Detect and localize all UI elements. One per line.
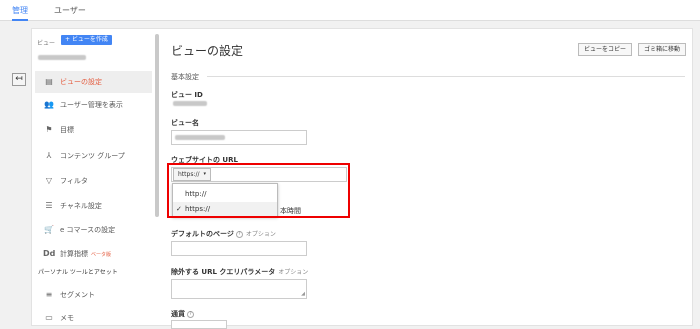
highlight-box: [167, 163, 350, 218]
basic-settings-heading: 基本設定: [171, 73, 199, 81]
top-nav-bar: 管理 ユーザー: [0, 0, 700, 21]
sidebar-item-view-settings[interactable]: ▤ ビューの設定: [35, 71, 152, 93]
blurred-view-name: [38, 55, 86, 60]
currency-select[interactable]: [171, 320, 227, 329]
sidebar-item-segments[interactable]: ≡ セグメント: [35, 284, 152, 306]
ecommerce-icon: 🛒: [44, 225, 54, 234]
create-view-button[interactable]: + ビューを作成: [61, 35, 112, 45]
sidebar-scrollbar[interactable]: [155, 34, 159, 217]
filter-icon: ▽: [45, 176, 53, 185]
sidebar-item-memo[interactable]: ▭ メモ: [35, 307, 152, 329]
sidebar-item-calculated-metrics[interactable]: Dd 計算指標 ベータ版: [35, 243, 152, 265]
sidebar-item-label: ビューの設定: [60, 78, 102, 86]
sidebar-item-user-management[interactable]: 👥 ユーザー管理を表示: [35, 94, 152, 116]
page-title: ビューの設定: [171, 44, 244, 58]
tab-user[interactable]: ユーザー: [54, 0, 86, 21]
sidebar-item-filters[interactable]: ▽ フィルタ: [35, 170, 152, 192]
sidebar-item-label: セグメント: [60, 291, 95, 299]
users-icon: 👥: [44, 100, 54, 109]
flag-icon: ⚑: [45, 125, 53, 134]
help-icon[interactable]: ?: [187, 310, 194, 318]
memo-icon: ▭: [45, 313, 53, 322]
sidebar-item-label: 計算指標: [60, 250, 88, 258]
sidebar-item-label: 目標: [60, 126, 74, 134]
content-grouping-icon: ⅄: [46, 151, 52, 160]
sidebar-item-label: チャネル設定: [60, 202, 102, 210]
view-id-label: ビュー ID: [171, 91, 203, 99]
view-name-label: ビュー名: [171, 119, 199, 127]
sidebar-item-label: e コマースの設定: [60, 226, 116, 234]
sidebar-item-label: メモ: [60, 314, 74, 322]
optional-label: オプション: [245, 231, 276, 238]
currency-label: 通貨?: [171, 309, 194, 319]
segment-icon: ≡: [45, 290, 53, 299]
sidebar-item-label: ユーザー管理を表示: [60, 101, 123, 109]
resize-grip-icon[interactable]: ◢: [301, 291, 305, 297]
back-arrow-icon[interactable]: ↤: [12, 73, 26, 86]
sidebar-item-content-grouping[interactable]: ⅄ コンテンツ グループ: [35, 145, 152, 167]
channel-settings-icon: ☰: [45, 201, 53, 210]
calculated-metrics-icon: Dd: [43, 249, 56, 258]
document-icon: ▤: [45, 77, 53, 86]
exclude-params-label: 除外する URL クエリパラメータ オプション: [171, 268, 309, 276]
optional-label: オプション: [278, 269, 309, 276]
move-to-trash-button[interactable]: ゴミ箱に移動: [638, 43, 687, 56]
beta-badge: ベータ版: [91, 252, 112, 258]
default-page-input[interactable]: [171, 241, 307, 256]
sidebar-item-goals[interactable]: ⚑ 目標: [35, 119, 152, 141]
sidebar-item-channel-settings[interactable]: ☰ チャネル設定: [35, 195, 152, 217]
sidebar-item-label: コンテンツ グループ: [60, 152, 125, 160]
default-page-label: デフォルトのページ? オプション: [171, 230, 276, 238]
sidebar-item-ecommerce[interactable]: 🛒 e コマースの設定: [35, 219, 152, 241]
help-icon[interactable]: ?: [235, 230, 243, 238]
blurred-view-name-value: [175, 135, 225, 140]
blurred-view-id: [173, 101, 207, 106]
divider: [207, 76, 685, 77]
view-label: ビュー: [37, 40, 56, 47]
personal-tools-heading: パーソナル ツールとアセット: [38, 269, 118, 276]
exclude-params-textarea[interactable]: ◢: [171, 279, 307, 299]
tab-admin[interactable]: 管理: [12, 0, 28, 21]
copy-view-button[interactable]: ビューをコピー: [578, 43, 633, 56]
sidebar-item-label: フィルタ: [60, 177, 88, 185]
